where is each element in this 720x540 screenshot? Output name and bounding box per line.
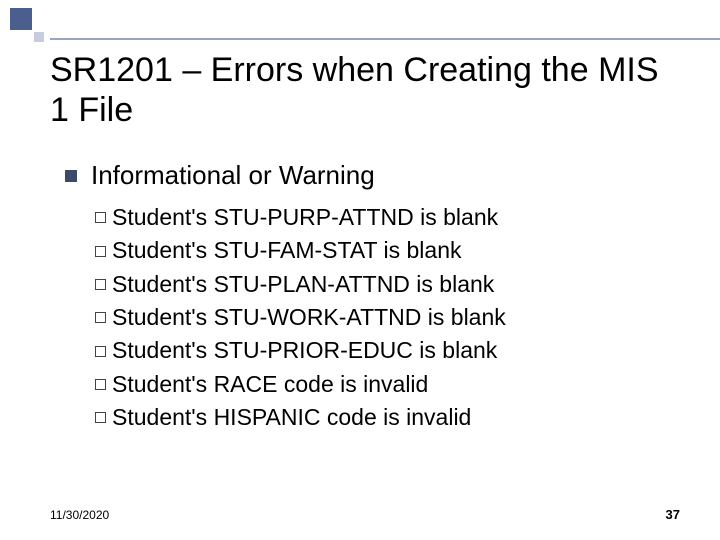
item-list: Student's STU-PURP-ATTND is blank Studen… <box>65 201 680 434</box>
deco-line <box>50 38 720 40</box>
list-item-text: Student's RACE code is invalid <box>112 368 428 401</box>
hollow-square-icon <box>95 412 106 423</box>
list-item: Student's RACE code is invalid <box>95 368 680 401</box>
list-item-text: Student's STU-WORK-ATTND is blank <box>112 301 506 334</box>
footer-date: 11/30/2020 <box>50 508 109 522</box>
slide-footer: 11/30/2020 37 <box>50 507 680 522</box>
list-item-text: Student's STU-PLAN-ATTND is blank <box>112 268 494 301</box>
hollow-square-icon <box>95 312 106 323</box>
list-item: Student's STU-PURP-ATTND is blank <box>95 201 680 234</box>
section-heading-row: Informational or Warning <box>65 160 680 191</box>
section-heading: Informational or Warning <box>91 160 375 191</box>
square-bullet-icon <box>65 170 77 182</box>
list-item: Student's STU-PLAN-ATTND is blank <box>95 268 680 301</box>
list-item-text: Student's STU-FAM-STAT is blank <box>112 234 462 267</box>
list-item: Student's STU-FAM-STAT is blank <box>95 234 680 267</box>
list-item: Student's HISPANIC code is invalid <box>95 401 680 434</box>
list-item: Student's STU-PRIOR-EDUC is blank <box>95 334 680 367</box>
slide-content: Informational or Warning Student's STU-P… <box>65 160 680 434</box>
hollow-square-icon <box>95 346 106 357</box>
hollow-square-icon <box>95 379 106 390</box>
slide-title: SR1201 – Errors when Creating the MIS 1 … <box>50 50 680 130</box>
hollow-square-icon <box>95 212 106 223</box>
hollow-square-icon <box>95 246 106 257</box>
list-item-text: Student's STU-PRIOR-EDUC is blank <box>112 334 497 367</box>
deco-square-large <box>10 8 32 30</box>
list-item-text: Student's STU-PURP-ATTND is blank <box>112 201 498 234</box>
list-item-text: Student's HISPANIC code is invalid <box>112 401 471 434</box>
list-item: Student's STU-WORK-ATTND is blank <box>95 301 680 334</box>
footer-page-number: 37 <box>666 507 680 522</box>
hollow-square-icon <box>95 279 106 290</box>
deco-square-small <box>34 32 44 42</box>
